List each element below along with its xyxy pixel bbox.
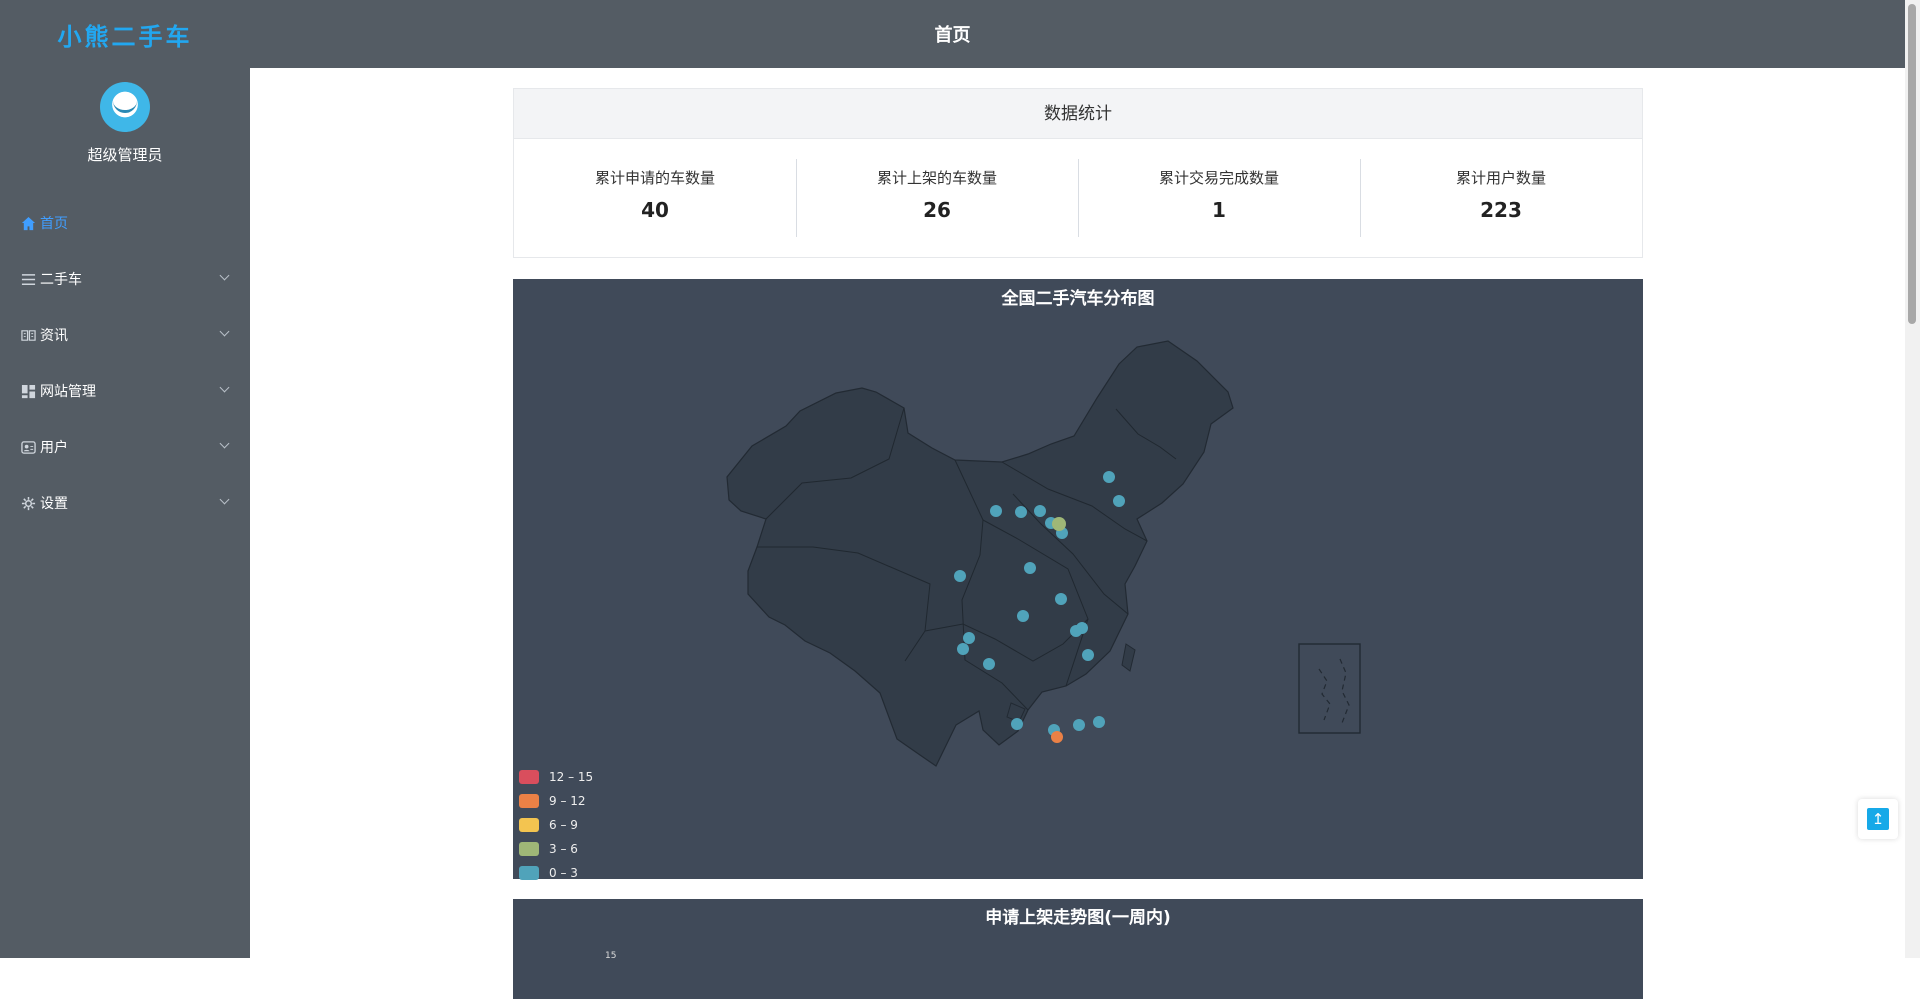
home-icon bbox=[20, 215, 36, 231]
legend-item[interactable]: 6 – 9 bbox=[519, 813, 593, 837]
legend-item[interactable]: 0 – 3 bbox=[519, 861, 593, 885]
sidebar-item-used-cars[interactable]: 二手车 bbox=[0, 251, 250, 307]
stat-label: 累计申请的车数量 bbox=[594, 169, 715, 187]
sidebar-item-label: 设置 bbox=[40, 496, 68, 512]
sidebar: 小熊二手车 超级管理员 首页 二手车 资讯 网站管理 用户 设置 bbox=[0, 0, 250, 958]
sidebar-item-label: 首页 bbox=[40, 216, 68, 232]
stat-users: 累计用户数量 223 bbox=[1360, 159, 1642, 237]
sidebar-item-news[interactable]: 资讯 bbox=[0, 307, 250, 363]
user-profile: 超级管理员 bbox=[0, 68, 250, 165]
stat-label: 累计用户数量 bbox=[1455, 169, 1546, 187]
y-axis-tick: 15 bbox=[605, 951, 617, 961]
chevron-down-icon bbox=[219, 270, 230, 281]
main-content: 数据统计 累计申请的车数量 40 累计上架的车数量 26 累计交易完成数量 1 … bbox=[250, 68, 1905, 999]
stat-value: 40 bbox=[641, 198, 669, 222]
china-map[interactable] bbox=[513, 279, 1643, 879]
side-menu: 首页 二手车 资讯 网站管理 用户 设置 bbox=[0, 195, 250, 531]
page-title: 首页 bbox=[934, 25, 971, 46]
gear-icon bbox=[20, 495, 36, 511]
sidebar-item-label: 资讯 bbox=[40, 328, 68, 344]
sidebar-item-users[interactable]: 用户 bbox=[0, 419, 250, 475]
avatar[interactable] bbox=[100, 82, 150, 132]
stat-label: 累计上架的车数量 bbox=[876, 169, 997, 187]
scrollbar-thumb[interactable] bbox=[1908, 4, 1916, 324]
stat-value: 26 bbox=[923, 198, 951, 222]
brand-logo[interactable]: 小熊二手车 bbox=[0, 0, 250, 68]
stats-panel: 数据统计 累计申请的车数量 40 累计上架的车数量 26 累计交易完成数量 1 … bbox=[513, 88, 1643, 258]
dashboard-icon bbox=[20, 383, 36, 399]
south-sea-islands-box bbox=[1298, 643, 1361, 734]
back-to-top-button[interactable]: ↥ bbox=[1858, 799, 1898, 839]
sidebar-item-label: 用户 bbox=[40, 440, 68, 456]
stat-value: 223 bbox=[1480, 198, 1522, 222]
page-scrollbar[interactable] bbox=[1905, 0, 1920, 958]
listing-trend-panel: 申请上架走势图(一周内) 15 bbox=[513, 899, 1643, 999]
legend-item[interactable]: 12 – 15 bbox=[519, 765, 593, 789]
stats-row: 累计申请的车数量 40 累计上架的车数量 26 累计交易完成数量 1 累计用户数… bbox=[514, 139, 1642, 257]
chevron-down-icon bbox=[219, 438, 230, 449]
username: 超级管理员 bbox=[87, 146, 163, 164]
sidebar-item-settings[interactable]: 设置 bbox=[0, 475, 250, 531]
chevron-down-icon bbox=[219, 494, 230, 505]
chevron-down-icon bbox=[219, 382, 230, 393]
map-legend: 12 – 15 9 – 12 6 – 9 3 – 6 0 – 3 bbox=[519, 765, 593, 885]
sidebar-item-label: 网站管理 bbox=[40, 384, 96, 400]
legend-item[interactable]: 9 – 12 bbox=[519, 789, 593, 813]
stats-title: 数据统计 bbox=[514, 89, 1642, 139]
distribution-map-panel: 全国二手汽车分布图 12 – 15 9 – 12 6 – 9 3 – 6 0 –… bbox=[513, 279, 1643, 880]
top-header: 首页 bbox=[0, 0, 1905, 68]
trend-title: 申请上架走势图(一周内) bbox=[985, 908, 1171, 928]
list-icon bbox=[20, 271, 36, 287]
arrow-up-icon: ↥ bbox=[1867, 808, 1889, 830]
sidebar-item-label: 二手车 bbox=[40, 272, 82, 288]
sidebar-item-home[interactable]: 首页 bbox=[0, 195, 250, 251]
sidebar-item-site-management[interactable]: 网站管理 bbox=[0, 363, 250, 419]
stat-completed-deals: 累计交易完成数量 1 bbox=[1078, 159, 1360, 237]
stat-applied-cars: 累计申请的车数量 40 bbox=[514, 159, 796, 237]
stat-value: 1 bbox=[1212, 198, 1226, 222]
chevron-down-icon bbox=[219, 326, 230, 337]
stat-listed-cars: 累计上架的车数量 26 bbox=[796, 159, 1078, 237]
stat-label: 累计交易完成数量 bbox=[1158, 169, 1279, 187]
legend-item[interactable]: 3 – 6 bbox=[519, 837, 593, 861]
user-card-icon bbox=[20, 439, 36, 455]
news-icon bbox=[20, 327, 36, 343]
